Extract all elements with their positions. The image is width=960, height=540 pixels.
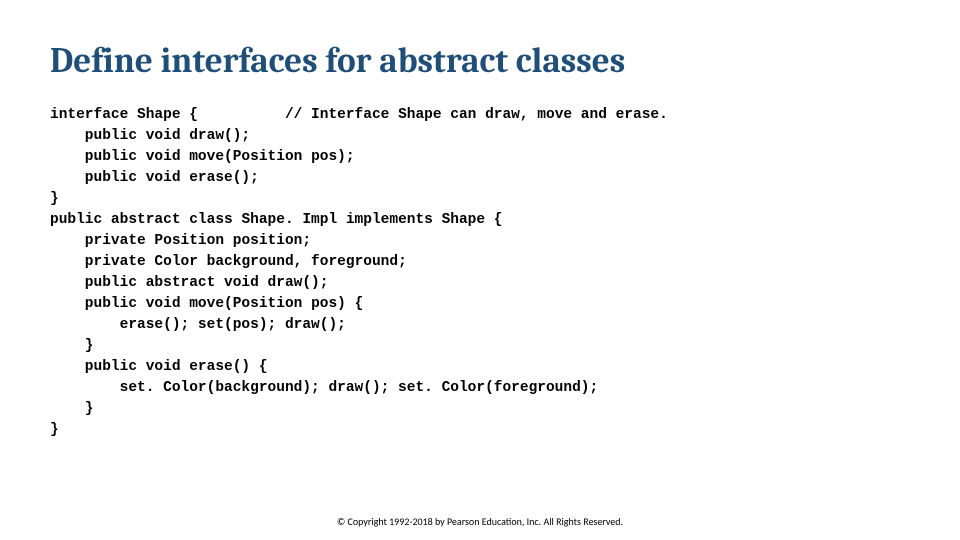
code-l3a: public void move(: [50, 149, 233, 165]
code-l7c: position;: [233, 233, 311, 249]
slide-title: Define interfaces for abstract classes: [50, 40, 910, 81]
code-l14: set. Color(background); draw(); set. Col…: [50, 380, 598, 396]
code-l12: }: [50, 338, 94, 354]
code-l8b: Color: [154, 254, 206, 270]
code-l8a: private: [50, 254, 154, 270]
copyright-footer: © Copyright 1992-2018 by Pearson Educati…: [0, 515, 960, 528]
code-l10c: pos) {: [311, 296, 363, 312]
code-l10a: public void move(: [50, 296, 233, 312]
code-l2: public void draw();: [50, 128, 250, 144]
code-l1b: Shape: [137, 107, 189, 123]
code-l5: }: [50, 191, 59, 207]
code-l7b: Position: [154, 233, 232, 249]
code-l6a: public abstract class: [50, 212, 241, 228]
code-l6d: Shape: [442, 212, 494, 228]
code-l9: public abstract void draw();: [50, 275, 328, 291]
code-l8c: background, foreground;: [207, 254, 407, 270]
code-l10b: Position: [233, 296, 311, 312]
code-l15: }: [50, 401, 94, 417]
code-block: interface Shape { // Interface Shape can…: [50, 105, 910, 441]
code-l7a: private: [50, 233, 154, 249]
code-l6c: implements: [346, 212, 442, 228]
code-l1a: interface: [50, 107, 137, 123]
code-l3c: pos);: [311, 149, 355, 165]
code-l16: }: [50, 422, 59, 438]
slide: Define interfaces for abstract classes i…: [0, 0, 960, 461]
code-l13: public void erase() {: [50, 359, 268, 375]
code-l11: erase(); set(pos); draw();: [50, 317, 346, 333]
code-l3b: Position: [233, 149, 311, 165]
code-l1c: { // Interface Shape can draw, move and …: [189, 107, 668, 123]
code-l4: public void erase();: [50, 170, 259, 186]
code-l6e: {: [494, 212, 503, 228]
code-l6b: Shape. Impl: [241, 212, 345, 228]
